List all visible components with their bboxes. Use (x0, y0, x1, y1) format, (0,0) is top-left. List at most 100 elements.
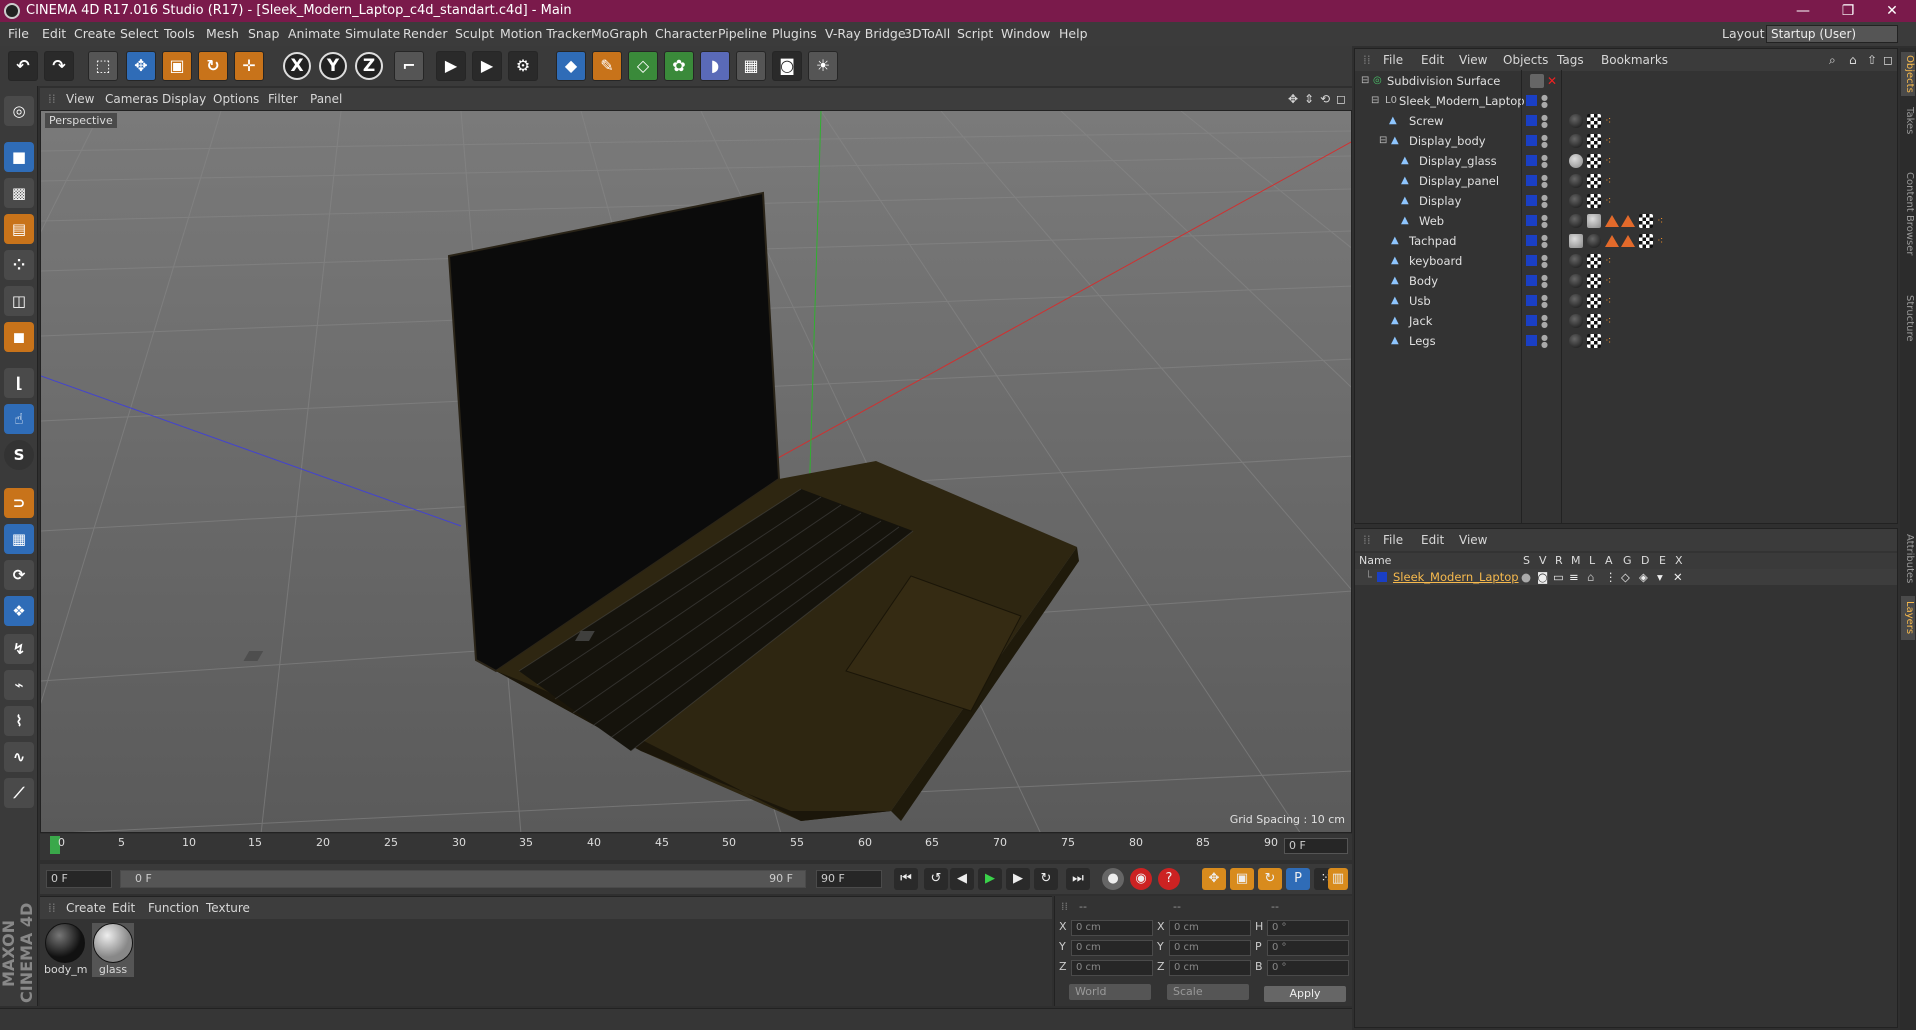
layer-manager-icon[interactable]: ≡ (1569, 569, 1579, 585)
menu-3dtoall[interactable]: 3DToAll (904, 22, 950, 46)
tweak-mode-icon[interactable]: ☝ (4, 404, 34, 434)
object-menu-view[interactable]: View (1459, 49, 1487, 71)
side-tab-structure[interactable]: Structure (1901, 288, 1915, 348)
object-column-divider[interactable] (1521, 70, 1522, 524)
maximize-button[interactable]: ❐ (1826, 0, 1870, 22)
layer-color-swatch[interactable] (1526, 215, 1537, 226)
texture-mode-icon[interactable]: ▩ (4, 178, 34, 208)
viewport-menu-view[interactable]: View (66, 88, 94, 110)
render-view-icon[interactable]: ▶ (436, 51, 466, 81)
viewport-move-icon[interactable]: ✥ (1288, 88, 1298, 110)
phong-tag-icon[interactable]: ⁖ (1605, 275, 1613, 286)
menu-animate[interactable]: Animate (288, 22, 340, 46)
viewport-maximize-icon[interactable]: ◻ (1336, 88, 1346, 110)
layer-menu-view[interactable]: View (1459, 529, 1487, 551)
layer-header-render[interactable]: R (1555, 553, 1563, 569)
phong-tag-icon[interactable]: ⁖ (1657, 235, 1665, 246)
prev-key-icon[interactable]: ↺ (924, 868, 948, 890)
side-tab-takes[interactable]: Takes (1901, 102, 1915, 140)
material-tag-icon[interactable] (1569, 274, 1583, 288)
tree-row-display[interactable]: ▲ Display ● ● ⁖ (1355, 191, 1899, 211)
start-frame-field[interactable]: 0 F (46, 870, 112, 888)
visibility-dots[interactable]: ● ● (1541, 234, 1548, 249)
material-menu-texture[interactable]: Texture (206, 897, 250, 919)
layer-solo-icon[interactable]: ● (1521, 569, 1531, 585)
close-button[interactable]: ✕ (1870, 0, 1914, 22)
tree-row-body[interactable]: ▲ Body ● ● ⁖ (1355, 271, 1899, 291)
tree-row-legs[interactable]: ▲ Legs ● ● ⁖ (1355, 331, 1899, 351)
magnet-icon[interactable]: ⊃ (4, 488, 34, 518)
snap-icon[interactable]: S (4, 440, 34, 470)
layer-xref-icon[interactable]: ✕ (1673, 569, 1683, 585)
collapse-icon[interactable]: ⊟ (1361, 75, 1371, 87)
uvw-tag-icon[interactable] (1587, 334, 1601, 348)
menu-mesh[interactable]: Mesh (206, 22, 239, 46)
material-tag-icon[interactable] (1569, 174, 1583, 188)
layer-expression-icon[interactable]: ▾ (1657, 569, 1663, 585)
workplane-mode-icon[interactable]: ▤ (4, 214, 34, 244)
viewport-menu-options[interactable]: Options (213, 88, 259, 110)
selection-tag-icon[interactable] (1621, 235, 1635, 247)
material-tag-icon[interactable] (1569, 194, 1583, 208)
position-y-field[interactable]: 0 cm (1071, 940, 1153, 956)
menu-tools[interactable]: Tools (164, 22, 195, 46)
phong-tag-icon[interactable]: ⁖ (1605, 115, 1613, 126)
visibility-dots[interactable]: ● ● (1541, 194, 1548, 209)
move-tool-icon[interactable]: ✥ (126, 51, 156, 81)
scale-tool-icon[interactable]: ▣ (162, 51, 192, 81)
side-tab-objects[interactable]: Objects (1901, 52, 1915, 96)
layer-header-animation[interactable]: A (1605, 553, 1613, 569)
object-menu-edit[interactable]: Edit (1421, 49, 1444, 71)
goto-start-icon[interactable]: ⏮ (894, 868, 918, 890)
visibility-toggle-icon[interactable] (1530, 74, 1544, 88)
tags-column-divider[interactable] (1561, 70, 1562, 524)
axis-mode-icon[interactable]: ⌊ (4, 368, 34, 398)
model-mode-icon[interactable]: ■ (4, 142, 34, 172)
phong-tag-icon[interactable]: ⁖ (1605, 295, 1613, 306)
side-tab-attributes[interactable]: Attributes (1901, 526, 1915, 592)
goto-end-icon[interactable]: ⏭ (1066, 868, 1090, 890)
layer-render-icon[interactable]: ▭ (1553, 569, 1564, 585)
object-menu-objects[interactable]: Objects (1503, 49, 1548, 71)
object-home-icon[interactable]: ⌂ (1849, 49, 1857, 71)
paint-tool-icon[interactable]: ↯ (4, 634, 34, 664)
brush-tool-icon[interactable]: ⌁ (4, 670, 34, 700)
layer-header-expressions[interactable]: E (1659, 553, 1666, 569)
position-z-field[interactable]: 0 cm (1071, 960, 1153, 976)
tree-row-web[interactable]: ▲ Web ● ● ⁖ (1355, 211, 1899, 231)
layer-header-generators[interactable]: G (1623, 553, 1632, 569)
menu-file[interactable]: File (8, 22, 29, 46)
phong-tag-icon[interactable]: ⁖ (1605, 175, 1613, 186)
visibility-dots[interactable]: ● ● (1541, 174, 1548, 189)
x-axis-lock-icon[interactable]: X (283, 52, 311, 80)
viewport-zoom-icon[interactable]: ⇕ (1304, 88, 1314, 110)
menu-create[interactable]: Create (74, 22, 116, 46)
menu-vray-bridge[interactable]: V-Ray Bridge (825, 22, 906, 46)
side-tab-content-browser[interactable]: Content Browser (1901, 146, 1915, 282)
spline-pen-icon[interactable]: ✎ (592, 51, 622, 81)
key-position-icon[interactable]: ✥ (1202, 868, 1226, 890)
disabled-x-icon[interactable]: ✕ (1547, 75, 1557, 87)
layer-lock-icon[interactable]: ⌂ (1587, 569, 1594, 585)
tree-row-display-panel[interactable]: ▲ Display_panel ● ● ⁖ (1355, 171, 1899, 191)
uvw-tag-icon[interactable] (1639, 234, 1653, 248)
apply-button[interactable]: Apply (1264, 986, 1346, 1002)
rotate-tool-icon[interactable]: ↻ (198, 51, 228, 81)
mograph-cloner-icon[interactable]: ✿ (664, 51, 694, 81)
layer-color-swatch[interactable] (1526, 315, 1537, 326)
object-up-icon[interactable]: ⇧ (1867, 49, 1877, 71)
layer-deformer-icon[interactable]: ◈ (1639, 569, 1648, 585)
texture-tag-icon[interactable] (1569, 234, 1583, 248)
render-picture-viewer-icon[interactable]: ▶ (472, 51, 502, 81)
phong-tag-icon[interactable]: ⁖ (1605, 315, 1613, 326)
make-editable-icon[interactable]: ◎ (4, 96, 34, 126)
knife-tool-icon[interactable]: ⟋ (4, 778, 34, 808)
layer-color-swatch[interactable] (1526, 135, 1537, 146)
layer-color-swatch[interactable] (1526, 155, 1537, 166)
menu-character[interactable]: Character (655, 22, 717, 46)
viewport-rotate-icon[interactable]: ⟲ (1320, 88, 1330, 110)
current-frame-field[interactable]: 0 F (1284, 838, 1348, 854)
layer-menu-file[interactable]: File (1383, 529, 1403, 551)
workplane-lock-icon[interactable]: ▦ (4, 524, 34, 554)
key-scale-icon[interactable]: ▣ (1230, 868, 1254, 890)
